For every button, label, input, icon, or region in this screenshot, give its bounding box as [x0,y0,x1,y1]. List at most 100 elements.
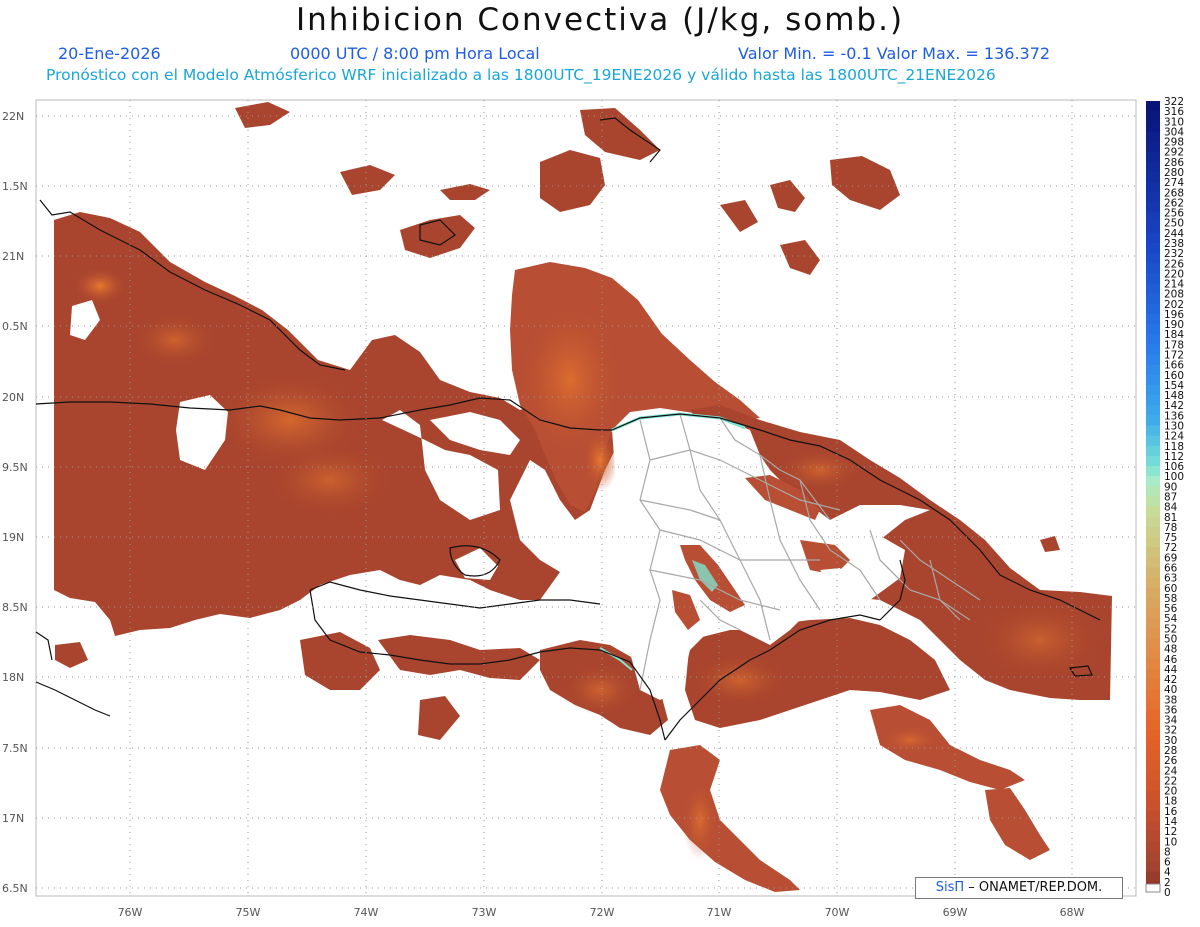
colorbar-swatch [1146,313,1160,325]
colorbar-swatch [1146,780,1160,792]
colorbar-swatch [1146,395,1160,406]
lat-label: 7.5N [2,742,28,755]
colorbar-swatch [1146,354,1160,366]
colorbar-swatch [1146,699,1160,710]
sispi-logo: SisΠ [935,880,965,895]
lon-label: 70W [825,906,850,919]
colorbar-swatch [1146,324,1160,335]
colorbar-swatch [1146,374,1160,386]
colorbar-swatch [1146,455,1160,467]
colorbar-swatch [1146,405,1160,416]
colorbar-swatch [1146,334,1160,345]
colorbar-swatch [1146,831,1160,842]
colorbar-swatch [1146,384,1160,396]
colorbar: 3223163103042982922862802742682622562502… [1145,96,1184,899]
colorbar-swatch [1146,212,1160,224]
colorbar-swatch [1146,618,1160,629]
colorbar-swatch [1146,171,1160,183]
credit-text: – ONAMET/REP.DOM. [968,880,1103,895]
colorbar-swatch [1146,273,1160,285]
colorbar-swatch [1146,547,1160,558]
lon-label: 74W [354,906,379,919]
colorbar-swatch [1146,101,1160,112]
colorbar-swatch [1146,770,1160,781]
colorbar-swatch [1146,709,1160,721]
lon-label: 71W [707,906,732,919]
colorbar-swatch [1146,192,1160,203]
colorbar-swatch [1146,648,1160,660]
colorbar-swatch [1146,800,1160,812]
longitude-labels: 76W 75W 74W 73W 72W 71W 70W 69W 68W [118,906,1085,919]
colorbar-swatch [1146,821,1160,832]
lat-label: 1.5N [2,180,28,193]
lat-label: 9.5N [2,461,28,474]
colorbar-swatch [1146,760,1160,771]
colorbar-swatch [1146,577,1160,589]
credit-box: SisΠ – ONAMET/REP.DOM. [915,877,1123,899]
colorbar-swatch [1146,283,1160,295]
colorbar-swatch [1146,526,1160,538]
colorbar-swatch [1146,182,1160,193]
colorbar-swatch [1146,435,1160,447]
colorbar-swatch [1146,668,1160,680]
colorbar-swatch [1146,597,1160,609]
lat-label: 22N [2,110,24,123]
colorbar-swatch [1146,679,1160,690]
colorbar-swatch [1146,628,1160,639]
colorbar-swatch [1146,496,1160,508]
colorbar-swatch [1146,202,1160,214]
colorbar-swatch [1146,242,1160,254]
lat-label: 0.5N [2,320,28,333]
colorbar-swatch [1146,516,1160,528]
colorbar-swatch [1146,861,1160,873]
colorbar-swatch [1146,689,1160,700]
colorbar-swatch [1146,486,1160,497]
colorbar-swatch [1146,364,1160,376]
colorbar-swatch-zero [1145,883,1161,893]
colorbar-swatch [1146,161,1160,173]
colorbar-swatch [1146,121,1160,132]
colorbar-swatch [1146,608,1160,619]
colorbar-swatch [1146,222,1160,234]
colorbar-label: 0 [1164,887,1171,899]
colorbar-swatch [1146,141,1160,153]
colorbar-swatch [1146,841,1160,852]
lat-label: 21N [2,250,24,263]
colorbar-swatch [1146,303,1160,315]
latitude-labels: 22N 1.5N 21N 0.5N 20N 9.5N 19N 8.5N 18N … [2,110,28,895]
colorbar-swatch [1146,851,1160,863]
lon-label: 76W [118,906,143,919]
colorbar-swatch [1146,466,1160,477]
lat-label: 20N [2,391,24,404]
colorbar-swatch [1146,131,1160,143]
colorbar-swatch [1146,557,1160,568]
colorbar-swatch [1146,263,1160,274]
colorbar-swatch [1146,344,1160,356]
lon-label: 72W [590,906,615,919]
colorbar-swatch [1146,739,1160,751]
lat-label: 18N [2,671,24,684]
colorbar-swatch [1146,111,1160,122]
lon-label: 69W [943,906,968,919]
colorbar-swatch [1146,537,1160,548]
lat-label: 6.5N [2,882,28,895]
colorbar-swatch [1146,658,1160,670]
lat-label: 17N [2,812,24,825]
lon-label: 75W [236,906,261,919]
colorbar-swatch [1146,425,1160,437]
lon-label: 68W [1060,906,1085,919]
colorbar-swatch [1146,871,1160,883]
colorbar-swatch [1146,750,1160,761]
lat-label: 19N [2,531,24,544]
colorbar-swatch [1146,719,1160,731]
colorbar-swatch [1146,445,1160,457]
colorbar-swatch [1146,151,1160,163]
colorbar-swatch [1146,506,1160,518]
map-panel: 76W 75W 74W 73W 72W 71W 70W 69W 68W 22N … [2,96,1184,919]
colorbar-swatch [1146,790,1160,802]
lat-label: 8.5N [2,601,28,614]
colorbar-swatch [1146,476,1160,487]
colorbar-swatch [1146,232,1160,244]
colorbar-swatch [1146,253,1160,264]
colorbar-swatch [1146,415,1160,427]
